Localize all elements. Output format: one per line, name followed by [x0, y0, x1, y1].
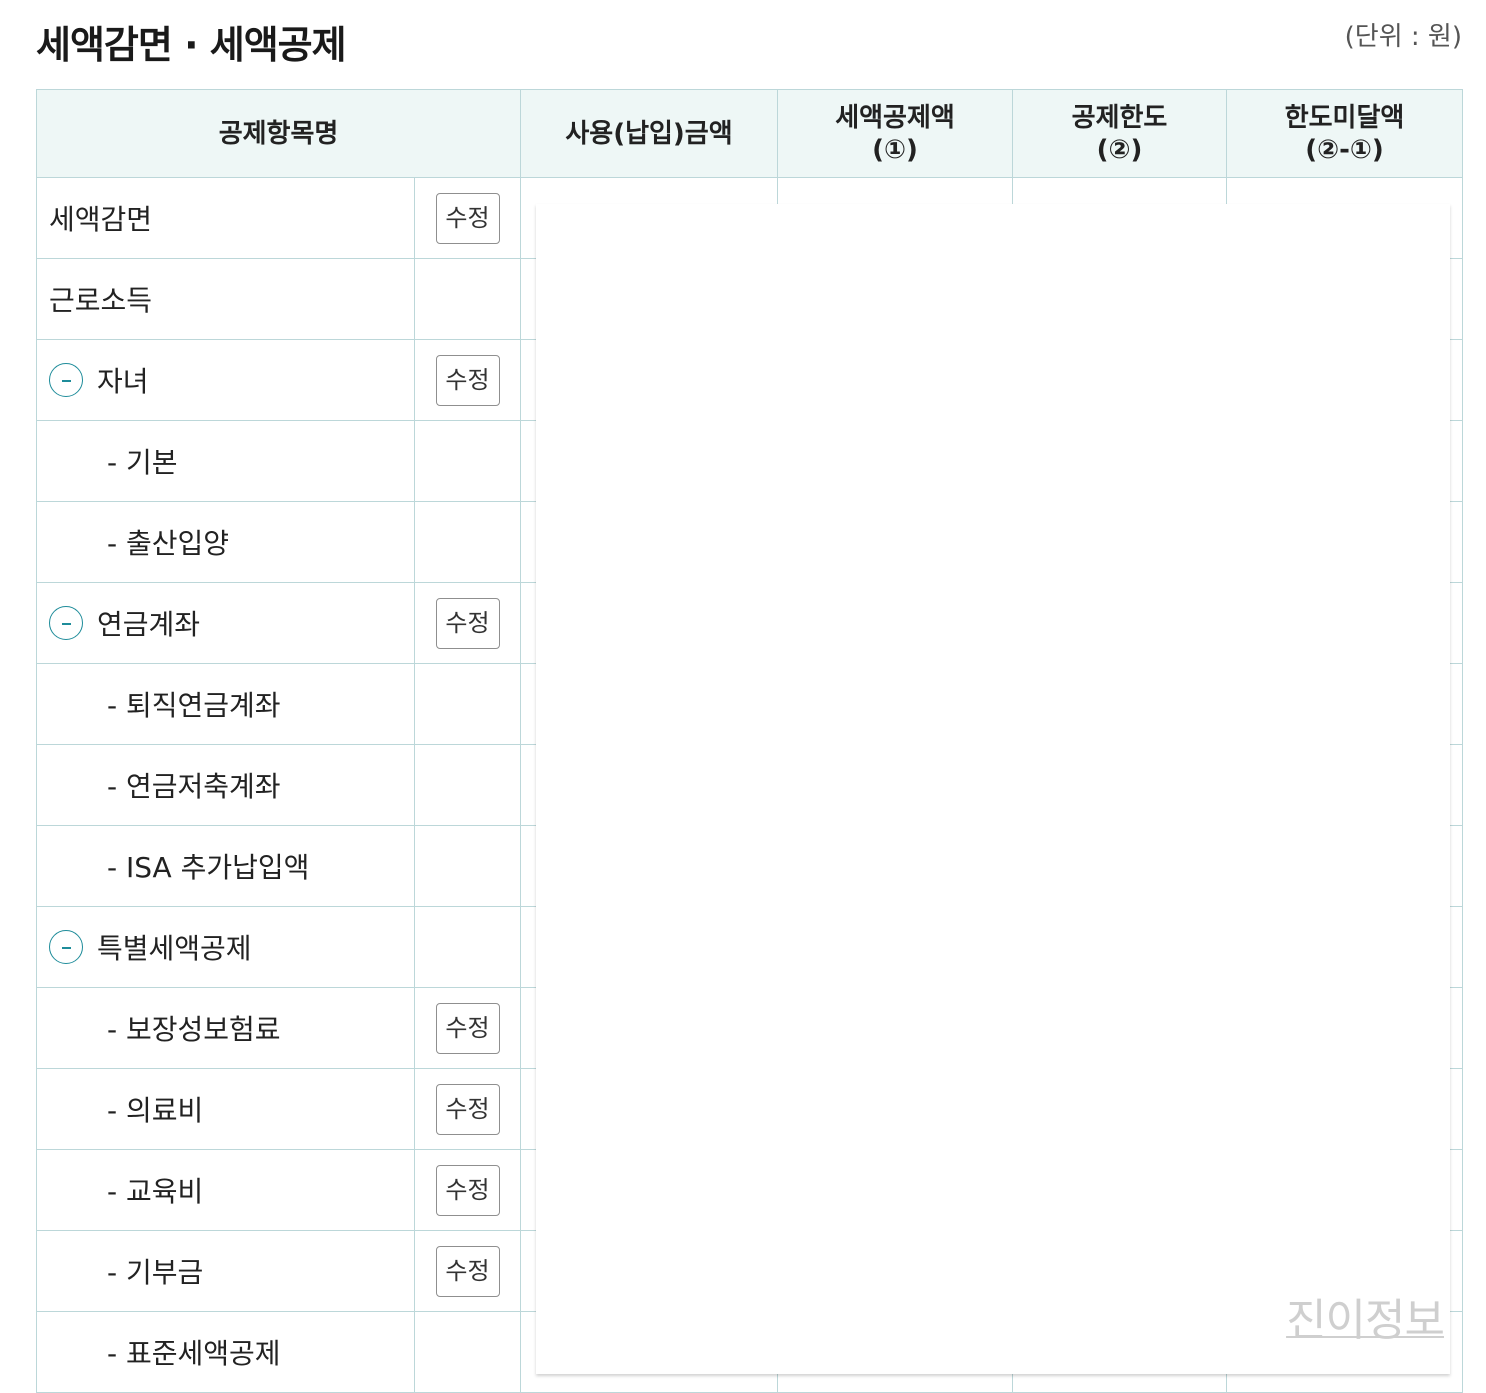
item-label: 자녀	[97, 365, 149, 398]
edit-cell	[413, 258, 522, 340]
edit-cell: 수정	[413, 1230, 522, 1312]
edit-cell	[413, 744, 522, 826]
edit-button[interactable]: 수정	[435, 1002, 500, 1054]
edit-button[interactable]: 수정	[435, 1164, 500, 1216]
item-cell: - 연금저축계좌	[36, 744, 415, 826]
item-label: - 보장성보험료	[107, 1013, 281, 1046]
edit-cell: 수정	[413, 987, 522, 1069]
item-label: 특별세액공제	[97, 932, 252, 965]
collapse-minus-icon[interactable]	[49, 363, 83, 397]
item-cell: - 의료비	[36, 1068, 415, 1150]
header-credit-amount: 세액공제액 (①)	[777, 89, 1014, 178]
edit-cell: 수정	[413, 1149, 522, 1231]
item-label: - 기본	[107, 446, 178, 479]
overlay-panel: 진이정보	[536, 204, 1450, 1374]
item-label: - 표준세액공제	[107, 1337, 281, 1370]
edit-button[interactable]: 수정	[435, 1245, 500, 1297]
edit-cell	[413, 663, 522, 745]
header-limit-title: 공제한도	[1071, 102, 1168, 133]
edit-button[interactable]: 수정	[435, 1083, 500, 1135]
header-credit-amount-sub: (①)	[872, 134, 918, 165]
edit-cell: 수정	[413, 339, 522, 421]
item-cell: - ISA 추가납입액	[36, 825, 415, 907]
item-cell: 세액감면	[36, 177, 415, 259]
edit-button[interactable]: 수정	[435, 597, 500, 649]
page-title: 세액감면 · 세액공제	[36, 23, 347, 67]
header-used-amount: 사용(납입)금액	[520, 89, 779, 178]
item-cell: - 퇴직연금계좌	[36, 663, 415, 745]
header-item-name: 공제항목명	[35, 89, 522, 178]
header-limit-sub: (②)	[1096, 134, 1143, 165]
edit-cell	[413, 420, 522, 502]
item-label: - 퇴직연금계좌	[107, 689, 281, 722]
item-label: - 의료비	[107, 1094, 204, 1127]
item-cell: - 기본	[36, 420, 415, 502]
item-cell: - 교육비	[36, 1149, 415, 1231]
header-limit: 공제한도 (②)	[1012, 89, 1228, 178]
header-shortfall-title: 한도미달액	[1284, 102, 1405, 133]
item-label: - 출산입양	[107, 527, 230, 560]
unit-label: (단위 : 원)	[1344, 22, 1462, 52]
edit-cell: 수정	[413, 582, 522, 664]
edit-cell: 수정	[413, 177, 522, 259]
item-label: 세액감면	[49, 203, 153, 236]
item-cell: - 출산입양	[36, 501, 415, 583]
watermark: 진이정보	[1286, 1295, 1445, 1346]
item-cell: - 보장성보험료	[36, 987, 415, 1069]
collapse-minus-icon[interactable]	[49, 930, 83, 964]
edit-cell	[413, 825, 522, 907]
edit-cell	[413, 906, 522, 988]
item-cell: 연금계좌	[36, 582, 415, 664]
item-label: - ISA 추가납입액	[107, 851, 310, 884]
item-label: - 교육비	[107, 1175, 204, 1208]
edit-button[interactable]: 수정	[435, 354, 500, 406]
item-label: 연금계좌	[97, 608, 201, 641]
item-label: 근로소득	[49, 284, 153, 317]
item-cell: 근로소득	[36, 258, 415, 340]
edit-button[interactable]: 수정	[435, 192, 500, 244]
header-shortfall: 한도미달액 (②-①)	[1226, 89, 1464, 178]
header-credit-amount-title: 세액공제액	[835, 102, 955, 133]
item-label: - 연금저축계좌	[107, 770, 281, 803]
edit-cell	[413, 1311, 522, 1393]
collapse-minus-icon[interactable]	[49, 606, 83, 640]
item-cell: 특별세액공제	[36, 906, 415, 988]
header-shortfall-sub: (②-①)	[1305, 134, 1384, 165]
edit-cell: 수정	[413, 1068, 522, 1150]
table-header-row: 공제항목명 사용(납입)금액 세액공제액 (①) 공제한도 (②) 한도미달액 …	[35, 89, 1464, 178]
item-cell: - 표준세액공제	[36, 1311, 415, 1393]
item-label: - 기부금	[107, 1256, 204, 1289]
edit-cell	[413, 501, 522, 583]
item-cell: - 기부금	[36, 1230, 415, 1312]
item-cell: 자녀	[36, 339, 415, 421]
